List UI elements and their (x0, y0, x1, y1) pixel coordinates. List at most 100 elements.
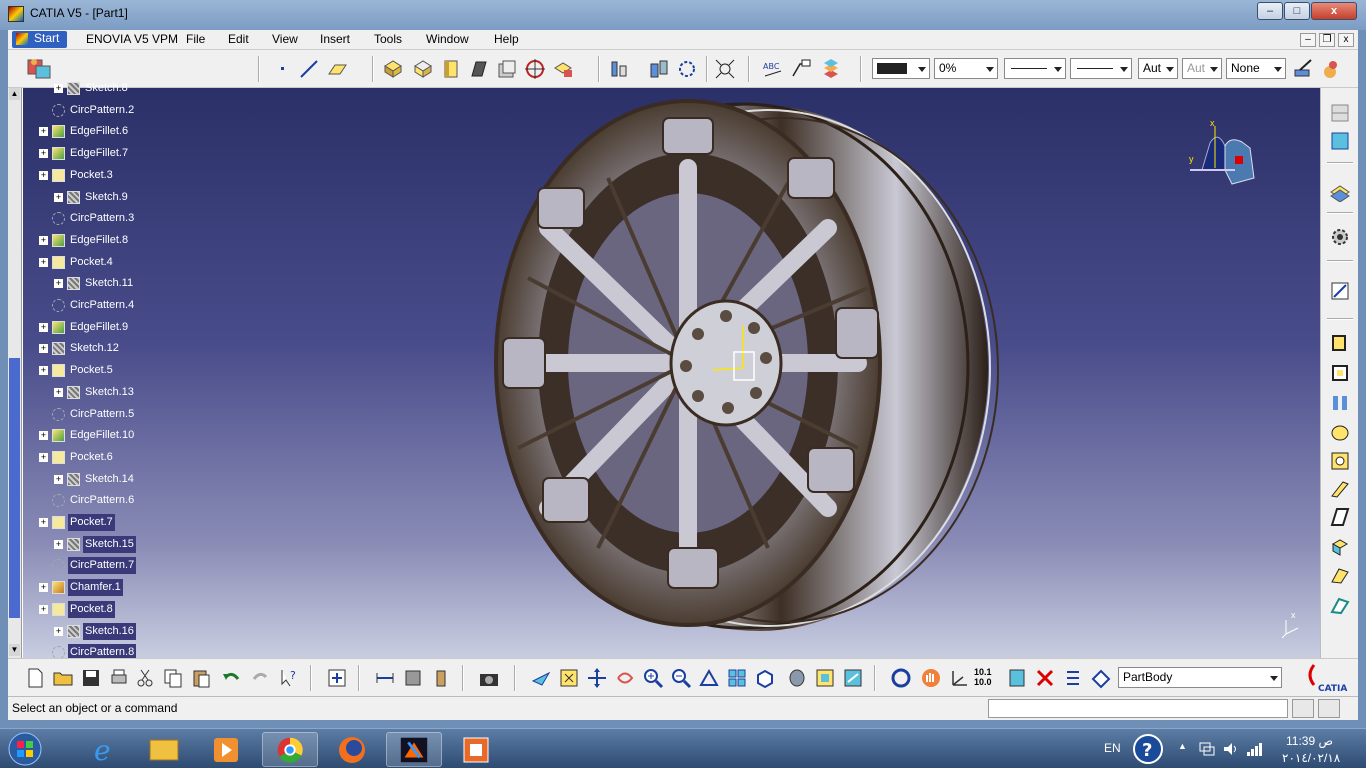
annotation-icon[interactable]: ABC (762, 58, 784, 80)
command-history-button[interactable] (1292, 699, 1314, 718)
color-combo[interactable] (872, 58, 930, 79)
measure-inertia-icon[interactable] (430, 667, 452, 689)
tree-expand-toggle[interactable]: + (54, 192, 63, 202)
shell-icon[interactable] (1329, 536, 1351, 558)
tree-expand-toggle[interactable]: + (39, 149, 48, 159)
tree-expand-toggle[interactable]: + (39, 366, 48, 376)
pad-side-icon[interactable] (1329, 332, 1351, 354)
taskbar-firefox-icon[interactable] (324, 732, 380, 767)
tree-expand-toggle[interactable]: + (39, 518, 48, 527)
zoom-in-icon[interactable] (642, 667, 664, 689)
compass-widget[interactable] (1180, 118, 1260, 188)
tree-expand-toggle[interactable]: + (39, 235, 48, 245)
fillet-icon[interactable] (1329, 478, 1351, 500)
transparency-combo[interactable]: 0% (934, 58, 998, 79)
open-icon[interactable] (52, 667, 74, 689)
tree-expand-toggle[interactable]: + (54, 539, 63, 549)
network-icon[interactable] (1198, 741, 1216, 757)
doc-close-button[interactable]: x (1338, 33, 1354, 47)
layer-combo[interactable]: None (1226, 58, 1286, 79)
new-icon[interactable] (24, 667, 46, 689)
tree-expand-toggle[interactable]: + (54, 626, 63, 636)
doc-minimize-button[interactable]: – (1300, 33, 1316, 47)
apply-material-icon[interactable] (820, 58, 842, 80)
tree-expand-toggle[interactable]: + (39, 583, 48, 593)
measure-icon[interactable] (608, 58, 630, 80)
help-question-icon[interactable]: ? (1132, 733, 1164, 765)
tree-expand-toggle[interactable]: + (54, 387, 63, 397)
menu-edit[interactable]: Edit (226, 32, 251, 46)
point-icon[interactable] (272, 58, 294, 80)
clock-time[interactable]: 11:39 ص (1286, 734, 1333, 748)
zoom-out-icon[interactable] (670, 667, 692, 689)
tree-expand-toggle[interactable]: + (39, 604, 48, 614)
fly-mode-icon[interactable] (530, 667, 552, 689)
cut-icon[interactable] (134, 667, 156, 689)
tree-expand-toggle[interactable]: + (39, 452, 48, 462)
scroll-up-arrow[interactable]: ▲ (9, 88, 20, 100)
taskbar-chrome-icon[interactable] (262, 732, 318, 767)
groove-icon[interactable] (1329, 422, 1351, 444)
line-type-combo[interactable] (1004, 58, 1066, 79)
tree-expand-toggle[interactable]: + (39, 170, 48, 180)
measure-between-icon[interactable] (374, 667, 396, 689)
taskbar-explorer-icon[interactable] (136, 732, 192, 767)
command-input[interactable] (988, 699, 1288, 718)
pattern-tool-icon[interactable] (676, 58, 698, 80)
whats-this-icon[interactable]: ? (278, 667, 300, 689)
hide-show-icon[interactable] (814, 667, 836, 689)
sketcher-icon[interactable] (1329, 280, 1351, 302)
tree-expand-toggle[interactable]: + (54, 279, 63, 289)
menu-enovia[interactable]: ENOVIA V5 VPM (84, 32, 180, 46)
tree-scrollbar[interactable]: ▲ ▼ (8, 88, 22, 658)
fit-all-in-icon[interactable] (558, 667, 580, 689)
multi-section-icon[interactable] (496, 58, 518, 80)
line-thickness-combo[interactable] (1070, 58, 1132, 79)
fit-all-icon[interactable] (714, 58, 736, 80)
maximize-button[interactable]: □ (1284, 2, 1310, 20)
measure-item-icon[interactable] (402, 667, 424, 689)
clock-date[interactable]: ٢٠١٤/٠٢/١٨ (1282, 751, 1340, 765)
command-info-button[interactable] (1318, 699, 1340, 718)
positioned-sketch-icon[interactable] (1329, 130, 1351, 152)
pocket-tool-icon[interactable] (412, 58, 434, 80)
tree-expand-toggle[interactable]: + (39, 344, 48, 354)
catalog-icon[interactable] (1006, 667, 1028, 689)
taskbar-catia-icon[interactable] (386, 732, 442, 767)
gear-icon[interactable] (1329, 226, 1351, 248)
flag-note-icon[interactable] (790, 58, 812, 80)
scroll-thumb[interactable] (9, 358, 20, 618)
normal-view-icon[interactable] (698, 667, 720, 689)
menu-insert[interactable]: Insert (318, 32, 352, 46)
taskbar-media-player-icon[interactable] (198, 732, 254, 767)
specification-tree[interactable]: Sketch.8 + CircPattern.2 EdgeFillet.6 + EdgeF… (22, 82, 182, 662)
capture-camera-icon[interactable] (478, 667, 500, 689)
swap-space-icon[interactable] (842, 667, 864, 689)
rib-icon[interactable] (468, 58, 490, 80)
point-style-combo[interactable]: Aut (1138, 58, 1178, 79)
show-hidden-icons-arrow[interactable]: ▲ (1178, 741, 1187, 751)
sketch-tool-icon[interactable] (1329, 102, 1351, 124)
minimize-button[interactable]: – (1257, 2, 1283, 20)
menu-help[interactable]: Help (492, 32, 521, 46)
draft-icon[interactable] (1329, 506, 1351, 528)
boolean-icon[interactable] (648, 58, 670, 80)
hole-side-icon[interactable] (1329, 450, 1351, 472)
paste-icon[interactable] (190, 667, 212, 689)
close-button[interactable]: x (1311, 2, 1357, 20)
scroll-down-arrow[interactable]: ▼ (9, 644, 20, 656)
tree-expand-toggle[interactable]: + (54, 84, 63, 93)
body-selector[interactable]: PartBody (1118, 667, 1282, 688)
update-icon[interactable] (326, 667, 348, 689)
windows-start-button[interactable] (6, 731, 44, 767)
properties-brush-icon[interactable] (1320, 58, 1342, 80)
multi-view-icon[interactable] (726, 667, 748, 689)
tree-expand-toggle[interactable]: + (39, 257, 48, 267)
thickness-icon[interactable] (1329, 564, 1351, 586)
knowledge-icon[interactable] (890, 667, 912, 689)
language-indicator[interactable]: EN (1104, 741, 1121, 755)
tree-expand-toggle[interactable]: + (39, 322, 48, 332)
line-icon[interactable] (298, 58, 320, 80)
painter-icon[interactable] (1292, 58, 1314, 80)
plane-icon[interactable] (326, 58, 348, 80)
